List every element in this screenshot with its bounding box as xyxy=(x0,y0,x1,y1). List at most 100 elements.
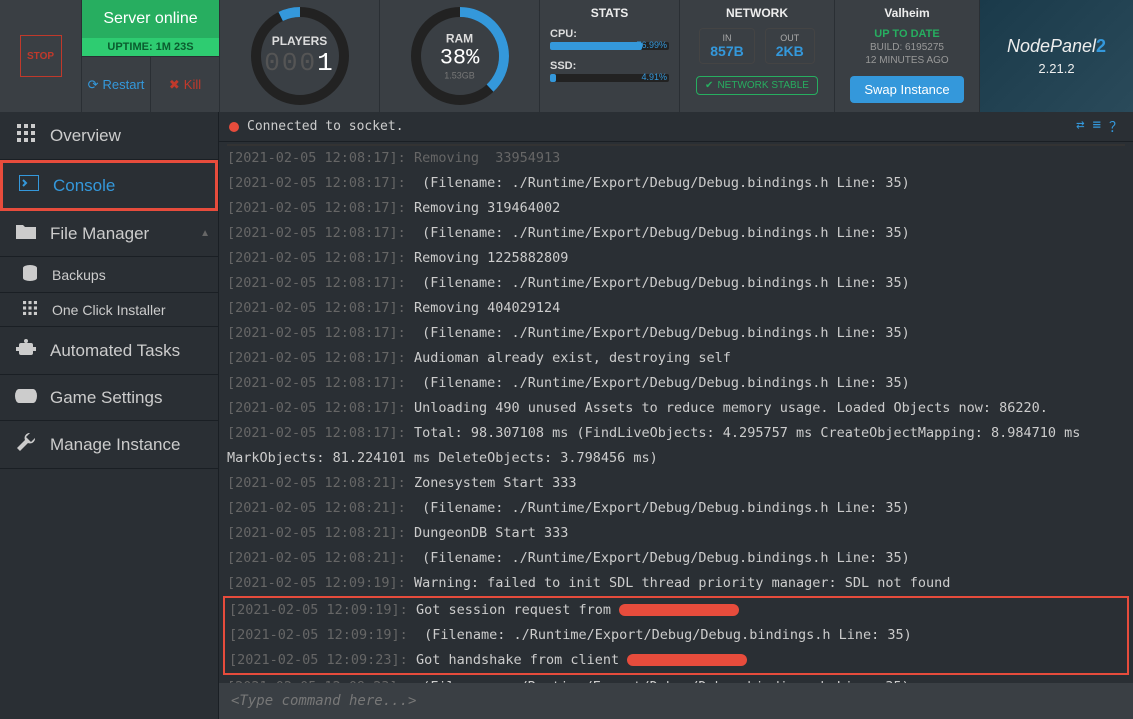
log-message: (Filename: ./Runtime/Export/Debug/Debug.… xyxy=(414,550,910,566)
log-message: (Filename: ./Runtime/Export/Debug/Debug.… xyxy=(414,175,910,191)
sidebar-item-automated-tasks[interactable]: Automated Tasks xyxy=(0,327,218,375)
net-in-label: IN xyxy=(710,33,743,43)
sidebar-item-label: Console xyxy=(53,176,115,196)
console-header: Connected to socket. ⇄ ≡ ？ xyxy=(219,112,1133,142)
sidebar-item-game-settings[interactable]: Game Settings xyxy=(0,375,218,421)
highlight-box: [2021-02-05 12:09:19]: Got session reque… xyxy=(223,596,1129,675)
ram-gauge: RAM 38% 1.53GB xyxy=(410,6,510,106)
log-line: [2021-02-05 12:08:17]: Removing 33954913 xyxy=(227,144,1125,171)
players-gauge: PLAYERS 0001 xyxy=(250,6,350,106)
ram-title: RAM xyxy=(440,32,480,46)
ram-value: 38% xyxy=(440,46,480,71)
sidebar: Overview Console File Manager ▲ Backups xyxy=(0,112,219,719)
log-timestamp: [2021-02-05 12:09:19]: xyxy=(229,602,408,618)
stop-button[interactable]: STOP xyxy=(20,35,62,77)
sidebar-item-label: Automated Tasks xyxy=(50,341,180,361)
log-timestamp: [2021-02-05 12:09:23]: xyxy=(229,652,408,668)
console-log[interactable]: [2021-02-05 12:08:17]: Removing 33954913… xyxy=(219,142,1133,683)
log-line: [2021-02-05 12:08:17]: (Filename: ./Runt… xyxy=(227,371,1125,396)
sidebar-item-one-click[interactable]: One Click Installer xyxy=(0,293,218,327)
swap-instance-button[interactable]: Swap Instance xyxy=(850,76,963,103)
kill-button[interactable]: ✖ Kill xyxy=(150,56,219,112)
log-timestamp: [2021-02-05 12:09:19]: xyxy=(229,627,408,643)
log-message: Audioman already exist, destroying self xyxy=(414,350,731,366)
log-line: [2021-02-05 12:09:19]: Warning: failed t… xyxy=(227,571,1125,596)
log-timestamp: [2021-02-05 12:08:17]: xyxy=(227,325,406,341)
log-message: (Filename: ./Runtime/Export/Debug/Debug.… xyxy=(414,225,910,241)
log-line: [2021-02-05 12:09:23]: (Filename: ./Runt… xyxy=(227,675,1125,683)
log-timestamp: [2021-02-05 12:08:17]: xyxy=(227,375,406,391)
folder-icon xyxy=(14,223,38,244)
kill-label: Kill xyxy=(184,77,201,92)
redacted-text xyxy=(627,654,747,666)
restart-label: Restart xyxy=(103,77,145,92)
ram-gauge-cell: RAM 38% 1.53GB xyxy=(379,0,539,112)
ssd-label: SSD: xyxy=(550,60,669,72)
brand-version: 2.21.2 xyxy=(1038,61,1074,76)
sidebar-item-console[interactable]: Console xyxy=(0,160,218,211)
log-line: [2021-02-05 12:08:17]: Unloading 490 unu… xyxy=(227,396,1125,421)
help-icon[interactable]: ？ xyxy=(1109,117,1123,137)
players-gauge-cell: PLAYERS 0001 xyxy=(219,0,379,112)
network-cell: NETWORK IN 857B OUT 2KB ✔ NETWORK STABLE xyxy=(679,0,834,112)
cpu-value: 76.99% xyxy=(636,40,667,50)
log-message: (Filename: ./Runtime/Export/Debug/Debug.… xyxy=(414,500,910,516)
log-line: [2021-02-05 12:08:17]: Removing 31946400… xyxy=(227,196,1125,221)
game-name: Valheim xyxy=(841,6,973,20)
sidebar-item-file-manager[interactable]: File Manager ▲ xyxy=(0,211,218,257)
log-message: Zonesystem Start 333 xyxy=(414,475,577,491)
sidebar-item-label: One Click Installer xyxy=(52,302,166,318)
sidebar-item-manage-instance[interactable]: Manage Instance xyxy=(0,421,218,469)
log-line: [2021-02-05 12:08:21]: (Filename: ./Runt… xyxy=(227,546,1125,571)
log-message: Removing 33954913 xyxy=(414,150,560,166)
check-icon: ✔ xyxy=(705,80,713,91)
log-message: Warning: failed to init SDL thread prior… xyxy=(414,575,950,591)
sidebar-item-backups[interactable]: Backups xyxy=(0,257,218,293)
log-line: [2021-02-05 12:08:17]: Total: 98.307108 … xyxy=(227,421,1125,471)
network-stable: ✔ NETWORK STABLE xyxy=(696,76,818,95)
chevron-up-icon: ▲ xyxy=(200,228,210,239)
log-timestamp: [2021-02-05 12:08:17]: xyxy=(227,225,406,241)
sidebar-item-label: Backups xyxy=(52,267,106,283)
log-line: [2021-02-05 12:08:21]: Zonesystem Start … xyxy=(227,471,1125,496)
list-icon[interactable]: ≡ xyxy=(1093,117,1101,137)
log-message: (Filename: ./Runtime/Export/Debug/Debug.… xyxy=(416,627,912,643)
ssd-value: 4.91% xyxy=(641,72,667,82)
stats-title: STATS xyxy=(550,6,669,20)
cpu-label: CPU: xyxy=(550,28,669,40)
console-panel: Connected to socket. ⇄ ≡ ？ [2021-02-05 1… xyxy=(219,112,1133,719)
log-timestamp: [2021-02-05 12:08:17]: xyxy=(227,300,406,316)
log-line: [2021-02-05 12:08:21]: DungeonDB Start 3… xyxy=(227,521,1125,546)
console-input[interactable] xyxy=(219,683,1133,719)
players-title: PLAYERS xyxy=(264,34,334,48)
kill-icon: ✖ xyxy=(169,77,180,93)
log-line: [2021-02-05 12:08:17]: Removing 12258828… xyxy=(227,246,1125,271)
sidebar-item-overview[interactable]: Overview xyxy=(0,112,218,160)
log-message: Removing 1225882809 xyxy=(414,250,568,266)
log-message: Removing 319464002 xyxy=(414,200,560,216)
gamepad-icon xyxy=(14,387,38,408)
log-line: [2021-02-05 12:08:17]: (Filename: ./Runt… xyxy=(227,271,1125,296)
restart-button[interactable]: ⟳ Restart xyxy=(82,56,150,112)
net-out-label: OUT xyxy=(776,33,804,43)
log-timestamp: [2021-02-05 12:08:17]: xyxy=(227,275,406,291)
ssd-row: SSD: 4.91% xyxy=(550,60,669,82)
share-icon[interactable]: ⇄ xyxy=(1076,117,1084,137)
database-icon xyxy=(20,265,40,284)
connection-status: Connected to socket. xyxy=(229,119,404,134)
log-message: Got session request from xyxy=(416,602,619,618)
console-header-icons: ⇄ ≡ ？ xyxy=(1076,117,1123,137)
log-timestamp: [2021-02-05 12:08:17]: xyxy=(227,200,406,216)
game-updated: 12 MINUTES AGO xyxy=(841,55,973,66)
stop-cell: STOP xyxy=(0,0,82,112)
log-line: [2021-02-05 12:08:17]: (Filename: ./Runt… xyxy=(227,221,1125,246)
log-message: (Filename: ./Runtime/Export/Debug/Debug.… xyxy=(414,375,910,391)
game-status: UP TO DATE xyxy=(841,28,973,40)
robot-icon xyxy=(14,339,38,362)
log-line: [2021-02-05 12:08:21]: (Filename: ./Runt… xyxy=(227,496,1125,521)
log-timestamp: [2021-02-05 12:08:17]: xyxy=(227,400,406,416)
log-line: [2021-02-05 12:09:19]: Got session reque… xyxy=(229,598,1123,623)
log-message: DungeonDB Start 333 xyxy=(414,525,568,541)
log-timestamp: [2021-02-05 12:08:21]: xyxy=(227,500,406,516)
log-timestamp: [2021-02-05 12:09:19]: xyxy=(227,575,406,591)
